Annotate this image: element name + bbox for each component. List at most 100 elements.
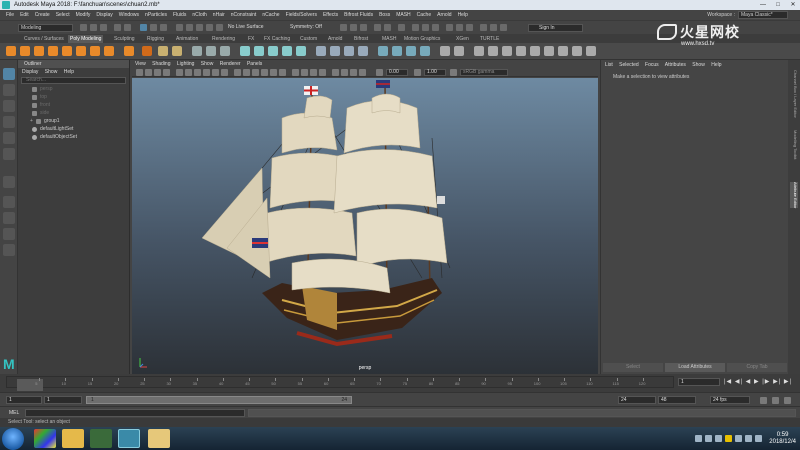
image-plane-icon[interactable] bbox=[163, 69, 170, 76]
menu-ncloth[interactable]: nCloth bbox=[192, 12, 206, 18]
quad-draw-icon[interactable] bbox=[420, 46, 430, 56]
menu-create[interactable]: Create bbox=[35, 12, 50, 18]
character-set-icon[interactable] bbox=[784, 397, 791, 404]
perspective-viewport[interactable]: persp bbox=[132, 78, 598, 374]
menu-windows[interactable]: Windows bbox=[119, 12, 139, 18]
smooth-icon[interactable] bbox=[220, 46, 230, 56]
select-hierarchy-icon[interactable] bbox=[140, 24, 147, 31]
viewport-menu-view[interactable]: View bbox=[135, 61, 146, 67]
toggle-panel-icon-9[interactable] bbox=[500, 24, 507, 31]
viewport-menu-show[interactable]: Show bbox=[201, 61, 214, 67]
side-tab-channel-box[interactable]: Channel Box / Layer Editor bbox=[790, 70, 798, 118]
outliner-item-default-object-set[interactable]: defaultObjectSet bbox=[18, 133, 129, 141]
menu-boss[interactable]: Boss bbox=[379, 12, 390, 18]
soft-edge-icon[interactable] bbox=[572, 46, 582, 56]
anim-prefs-icon[interactable] bbox=[772, 397, 779, 404]
xray-components-icon[interactable] bbox=[319, 69, 326, 76]
target-weld-icon[interactable] bbox=[392, 46, 402, 56]
symmetry-label[interactable]: Symmetry: Off bbox=[290, 24, 322, 30]
rotate-tool-icon[interactable] bbox=[3, 132, 15, 144]
snap-point-icon[interactable] bbox=[196, 24, 203, 31]
attr-menu-help[interactable]: Help bbox=[711, 62, 721, 68]
menu-arnold[interactable]: Arnold bbox=[437, 12, 451, 18]
poly-torus-icon[interactable] bbox=[62, 46, 72, 56]
sew-uv-icon[interactable] bbox=[530, 46, 540, 56]
shelf-tab-fx-caching[interactable]: FX Caching bbox=[262, 35, 292, 43]
redo-icon[interactable] bbox=[124, 24, 131, 31]
attr-menu-attributes[interactable]: Attributes bbox=[665, 62, 686, 68]
toggle-panel-icon-8[interactable] bbox=[490, 24, 497, 31]
motion-blur-icon[interactable] bbox=[341, 69, 348, 76]
maximize-button[interactable]: □ bbox=[771, 0, 785, 10]
render-icon[interactable] bbox=[340, 24, 347, 31]
shelf-tab-xgen[interactable]: XGen bbox=[454, 35, 471, 43]
poly-cube-icon[interactable] bbox=[20, 46, 30, 56]
mel-label[interactable]: MEL bbox=[9, 410, 19, 416]
toggle-panel-icon-5[interactable] bbox=[456, 24, 463, 31]
notes-icon[interactable] bbox=[148, 429, 170, 448]
shelf-tab-bifrost[interactable]: Bifrost bbox=[352, 35, 370, 43]
shelf-tab-mash[interactable]: MASH bbox=[380, 35, 398, 43]
side-tab-attribute-editor[interactable]: Attribute Editor bbox=[790, 182, 798, 209]
outliner-item-persp[interactable]: persp bbox=[18, 85, 129, 93]
outliner-item-default-light-set[interactable]: defaultLightSet bbox=[18, 125, 129, 133]
expand-icon[interactable]: + bbox=[30, 117, 33, 125]
combine-icon[interactable] bbox=[192, 46, 202, 56]
bookmark-icon[interactable] bbox=[154, 69, 161, 76]
menu-select[interactable]: Select bbox=[56, 12, 70, 18]
shelf-tab-curves-surfaces[interactable]: Curves / Surfaces bbox=[22, 35, 66, 43]
select-tool-icon[interactable] bbox=[3, 68, 15, 80]
current-frame-field[interactable]: 1 bbox=[678, 378, 720, 386]
menu-fields-solvers[interactable]: Fields/Solvers bbox=[286, 12, 317, 18]
menu-help[interactable]: Help bbox=[458, 12, 468, 18]
shelf-tab-rendering[interactable]: Rendering bbox=[210, 35, 237, 43]
wireframe-icon[interactable] bbox=[234, 69, 241, 76]
viewport-menu-shading[interactable]: Shading bbox=[152, 61, 170, 67]
xray-icon[interactable] bbox=[301, 69, 308, 76]
command-input[interactable] bbox=[25, 409, 245, 417]
mirror-icon[interactable] bbox=[254, 46, 264, 56]
append-icon[interactable] bbox=[330, 46, 340, 56]
hard-edge-icon[interactable] bbox=[586, 46, 596, 56]
toggle-panel-icon-6[interactable] bbox=[466, 24, 473, 31]
live-surface-label[interactable]: No Live Surface bbox=[228, 24, 264, 30]
depth-of-field-icon[interactable] bbox=[359, 69, 366, 76]
separate-icon[interactable] bbox=[206, 46, 216, 56]
toggle-panel-icon-2[interactable] bbox=[422, 24, 429, 31]
persp-outliner-layout-icon[interactable] bbox=[3, 228, 15, 240]
extrude-icon[interactable] bbox=[268, 46, 278, 56]
shelf-tab-fx[interactable]: FX bbox=[246, 35, 256, 43]
cut-uv-icon[interactable] bbox=[516, 46, 526, 56]
select-object-icon[interactable] bbox=[150, 24, 157, 31]
bevel-icon[interactable] bbox=[296, 46, 306, 56]
layout-uv-icon[interactable] bbox=[558, 46, 568, 56]
view-transform-dropdown[interactable]: sRGB gamma bbox=[460, 69, 508, 76]
clock[interactable]: 0:59 2018/12/4 bbox=[769, 432, 796, 446]
four-view-layout-icon[interactable] bbox=[3, 212, 15, 224]
browser-360-icon[interactable] bbox=[34, 429, 56, 448]
save-scene-icon[interactable] bbox=[100, 24, 107, 31]
arnold-render-icon[interactable] bbox=[398, 24, 405, 31]
toggle-panel-icon-3[interactable] bbox=[432, 24, 439, 31]
outliner-item-group1[interactable]: + group1 bbox=[18, 117, 129, 125]
snap-view-icon[interactable] bbox=[206, 24, 213, 31]
super-shape-icon[interactable] bbox=[124, 46, 134, 56]
open-scene-icon[interactable] bbox=[90, 24, 97, 31]
security-icon[interactable] bbox=[725, 435, 733, 442]
film-gate-icon[interactable] bbox=[185, 69, 192, 76]
help-icon[interactable] bbox=[705, 435, 713, 442]
close-button[interactable]: ✕ bbox=[786, 0, 800, 10]
sign-in-button[interactable]: Sign In bbox=[528, 24, 583, 32]
viewport-menu-renderer[interactable]: Renderer bbox=[220, 61, 241, 67]
shelf-tab-poly-modeling[interactable]: Poly Modeling bbox=[68, 35, 104, 43]
edge-loop-icon[interactable] bbox=[440, 46, 450, 56]
fps-dropdown[interactable]: 24 fps bbox=[710, 396, 750, 404]
poly-cylinder-icon[interactable] bbox=[34, 46, 44, 56]
multi-cut-icon[interactable] bbox=[378, 46, 388, 56]
poly-disc-icon[interactable] bbox=[90, 46, 100, 56]
grid-icon[interactable] bbox=[176, 69, 183, 76]
shelf-tab-turtle[interactable]: TURTLE bbox=[478, 35, 501, 43]
toggle-panel-icon-7[interactable] bbox=[480, 24, 487, 31]
attr-menu-focus[interactable]: Focus bbox=[645, 62, 659, 68]
copy-tab-button[interactable]: Copy Tab bbox=[727, 363, 787, 372]
